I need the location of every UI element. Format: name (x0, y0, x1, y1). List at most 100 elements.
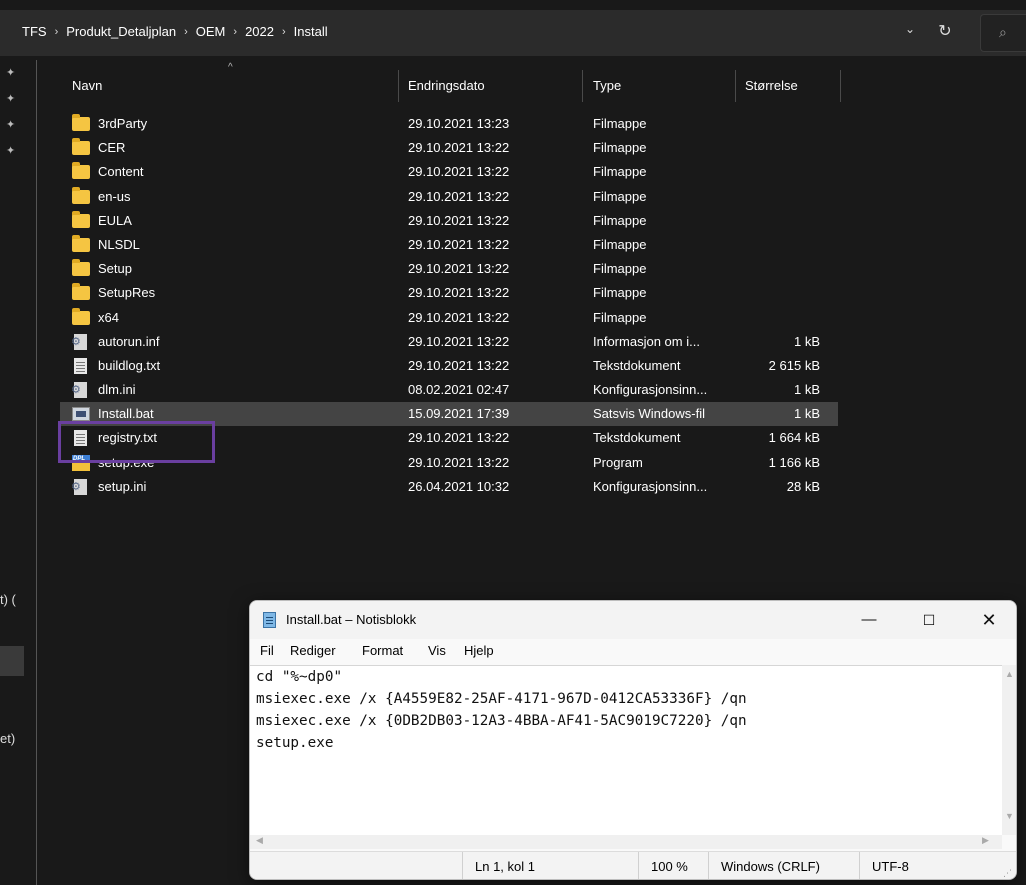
notepad-window: Install.bat – Notisblokk — ☐ ✕ Fil Redig… (249, 600, 1017, 880)
horizontal-scrollbar[interactable]: ◀ ▶ (250, 835, 1002, 849)
menu-hjelp[interactable]: Hjelp (464, 643, 494, 658)
scroll-left-icon[interactable]: ◀ (256, 835, 263, 846)
chevron-right-icon[interactable]: › (55, 26, 59, 38)
refresh-icon[interactable]: ↻ (934, 21, 956, 43)
column-divider[interactable] (735, 70, 736, 102)
maximize-button[interactable]: ☐ (906, 605, 952, 635)
file-row-autorun-inf[interactable]: autorun.inf 29.10.2021 13:22 Informasjon… (60, 330, 838, 354)
column-divider[interactable] (582, 70, 583, 102)
file-row-x64[interactable]: x64 29.10.2021 13:22 Filmappe (60, 306, 838, 330)
nav-item-label[interactable]: et) (0, 731, 15, 746)
file-size (740, 136, 820, 160)
batch-file-icon (72, 406, 90, 422)
file-date: 29.10.2021 13:22 (408, 188, 510, 204)
column-header-name[interactable]: Navn (72, 70, 102, 102)
text-editor[interactable]: cd "%~dp0" msiexec.exe /x {A4559E82-25AF… (250, 665, 1002, 835)
address-bar[interactable]: TFS › Produkt_Detaljplan › OEM › 2022 › … (0, 10, 1026, 56)
file-size: 1 kB (793, 382, 820, 398)
file-type: Filmappe (593, 212, 647, 228)
file-date: 08.02.2021 02:47 (408, 382, 510, 398)
menu-bar: Fil Rediger Format Vis Hjelp (250, 641, 1016, 665)
file-type: Filmappe (593, 236, 647, 252)
folder-icon (72, 307, 90, 326)
file-date: 29.10.2021 13:22 (408, 454, 510, 470)
menu-fil[interactable]: Fil (260, 643, 274, 658)
pin-icon[interactable]: ✦ (6, 66, 15, 79)
menu-rediger[interactable]: Rediger (290, 643, 336, 658)
breadcrumb-item-oem[interactable]: OEM (196, 24, 226, 39)
status-zoom: 100 % (638, 852, 708, 879)
pin-icon[interactable]: ✦ (6, 144, 15, 157)
file-row-buildlog-txt[interactable]: buildlog.txt 29.10.2021 13:22 Tekstdokum… (60, 354, 838, 378)
file-size: 1 kB (793, 406, 820, 422)
file-name: SetupRes (98, 285, 156, 301)
pin-icon[interactable]: ✦ (6, 118, 15, 131)
file-row-setup[interactable]: Setup 29.10.2021 13:22 Filmappe (60, 257, 838, 281)
folder-icon (72, 162, 90, 180)
file-name: buildlog.txt (98, 357, 161, 373)
column-header-type[interactable]: Type (593, 70, 621, 102)
file-type: Satsvis Windows-fil (593, 406, 705, 422)
file-name: en-us (98, 188, 131, 204)
file-size (740, 281, 820, 305)
file-row-nlsdl[interactable]: NLSDL 29.10.2021 13:22 Filmappe (60, 233, 838, 257)
file-name: 3rdParty (98, 116, 148, 131)
column-header-row: ^ Navn Endringsdato Type Størrelse (60, 62, 860, 102)
chevron-right-icon[interactable]: › (184, 26, 188, 38)
menu-format[interactable]: Format (362, 643, 403, 658)
chevron-down-icon[interactable]: ⌄ (900, 22, 920, 44)
text-file-icon (72, 357, 90, 374)
column-divider[interactable] (398, 70, 399, 102)
file-date: 29.10.2021 13:22 (408, 261, 510, 277)
search-box[interactable]: ⌕ (980, 14, 1026, 52)
pin-icon[interactable]: ✦ (6, 92, 15, 105)
breadcrumb-item-tfs[interactable]: TFS (22, 24, 47, 39)
file-row-en-us[interactable]: en-us 29.10.2021 13:22 Filmappe (60, 185, 838, 209)
file-row-cer[interactable]: CER 29.10.2021 13:22 Filmappe (60, 136, 838, 160)
file-row-setupres[interactable]: SetupRes 29.10.2021 13:22 Filmappe (60, 281, 838, 305)
highlight-annotation (58, 421, 215, 463)
file-type: Filmappe (593, 116, 647, 131)
folder-icon (72, 186, 90, 205)
file-type: Filmappe (593, 285, 647, 301)
file-row-eula[interactable]: EULA 29.10.2021 13:22 Filmappe (60, 209, 838, 233)
status-bar: Ln 1, kol 1 100 % Windows (CRLF) UTF-8 ⋰ (250, 851, 1016, 879)
scroll-right-icon[interactable]: ▶ (982, 835, 989, 846)
nav-pane-divider (36, 60, 37, 885)
close-button[interactable]: ✕ (966, 605, 1012, 635)
scroll-down-icon[interactable]: ▼ (1005, 811, 1014, 821)
column-divider[interactable] (840, 70, 841, 102)
column-header-date[interactable]: Endringsdato (408, 70, 485, 102)
file-type: Tekstdokument (593, 357, 681, 373)
file-type: Filmappe (593, 309, 647, 325)
chevron-right-icon[interactable]: › (282, 26, 286, 38)
notepad-titlebar[interactable]: Install.bat – Notisblokk — ☐ ✕ (250, 601, 1016, 639)
column-header-size[interactable]: Størrelse (745, 70, 798, 102)
scroll-up-icon[interactable]: ▲ (1005, 669, 1014, 679)
nav-item-selected[interactable] (0, 646, 24, 676)
breadcrumb-item-2022[interactable]: 2022 (245, 24, 274, 39)
status-encoding: UTF-8 (859, 852, 979, 879)
breadcrumb-item-produkt-detaljplan[interactable]: Produkt_Detaljplan (66, 24, 176, 39)
file-date: 15.09.2021 17:39 (408, 406, 510, 422)
file-size (740, 306, 820, 330)
file-date: 29.10.2021 13:22 (408, 357, 510, 373)
vertical-scrollbar[interactable]: ▲ ▼ (1002, 665, 1016, 835)
menu-vis[interactable]: Vis (428, 643, 446, 658)
file-size (740, 257, 820, 281)
chevron-right-icon[interactable]: › (233, 26, 237, 38)
breadcrumb-item-install[interactable]: Install (294, 24, 328, 39)
file-row-setup-ini[interactable]: setup.ini 26.04.2021 10:32 Konfigurasjon… (60, 475, 838, 499)
folder-icon (72, 259, 90, 277)
file-date: 29.10.2021 13:22 (408, 212, 510, 228)
file-name: EULA (98, 212, 132, 228)
file-row-dlm-ini[interactable]: dlm.ini 08.02.2021 02:47 Konfigurasjonsi… (60, 378, 838, 402)
file-row-content[interactable]: Content 29.10.2021 13:22 Filmappe (60, 160, 838, 184)
file-row-3rdparty[interactable]: 3rdParty 29.10.2021 13:23 Filmappe (60, 112, 838, 136)
file-name: setup.ini (98, 478, 147, 494)
file-type: Informasjon om i... (593, 333, 700, 349)
nav-item-label[interactable]: t) ( (0, 592, 16, 607)
folder-icon (72, 114, 90, 132)
minimize-button[interactable]: — (846, 605, 892, 635)
resize-grip-icon[interactable]: ⋰ (1003, 868, 1012, 879)
